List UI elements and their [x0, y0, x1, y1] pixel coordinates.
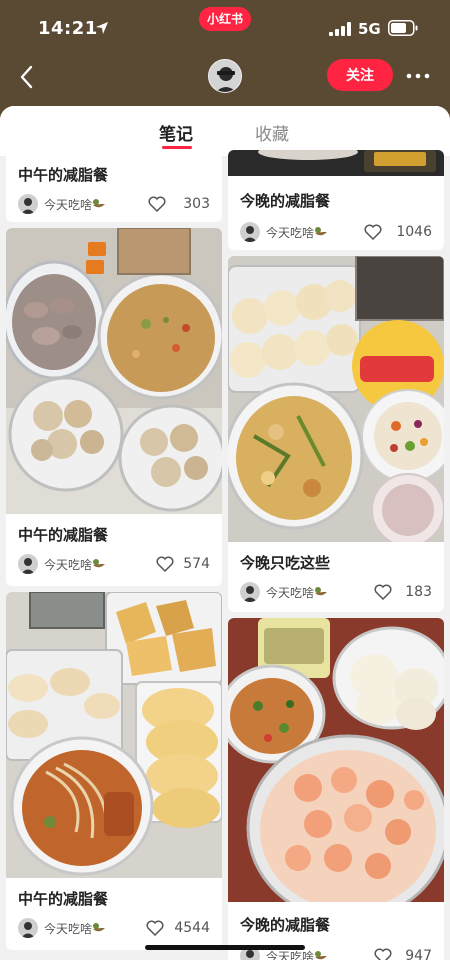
like-button[interactable]: 574	[156, 554, 210, 574]
note-title: 中午的减脂餐	[18, 166, 109, 184]
like-button[interactable]: 303	[148, 194, 210, 214]
avatar[interactable]	[208, 59, 242, 93]
author-avatar	[18, 554, 38, 574]
app-badge: 小红书	[199, 7, 251, 31]
avatar-image	[209, 60, 241, 92]
author-name: 今天吃啥	[266, 584, 328, 601]
author-name: 今天吃啥	[44, 196, 106, 213]
battery-icon	[388, 20, 418, 36]
note-cover-image	[6, 228, 222, 514]
duck-icon	[92, 199, 106, 208]
like-button[interactable]: 947	[374, 946, 432, 960]
heart-icon	[374, 584, 392, 600]
note-card[interactable]: 中午的减脂餐 今天吃啥 574	[6, 228, 222, 586]
duck-icon	[93, 559, 106, 568]
follow-button[interactable]: 关注	[327, 59, 393, 91]
duck-icon	[315, 951, 328, 960]
author-name: 今天吃啥	[266, 224, 328, 241]
note-meta: 今天吃啥 4544	[18, 918, 210, 938]
network-label: 5G	[358, 20, 381, 38]
note-card[interactable]: 中午的减脂餐 今天吃啥 4544	[6, 592, 222, 950]
status-time: 14:21	[38, 18, 98, 39]
like-count: 183	[405, 584, 432, 600]
like-button[interactable]: 4544	[146, 918, 210, 938]
tab-collections[interactable]: 收藏	[255, 120, 289, 145]
note-title: 中午的减脂餐	[18, 890, 109, 908]
heart-icon	[156, 556, 174, 572]
duck-icon	[315, 227, 328, 236]
like-button[interactable]: 183	[374, 582, 432, 602]
more-icon[interactable]	[405, 66, 431, 86]
note-title: 今晚只吃这些	[240, 554, 331, 572]
signal-icon	[329, 22, 351, 36]
author-avatar	[240, 222, 260, 242]
note-title: 中午的减脂餐	[18, 526, 109, 544]
heart-icon	[364, 224, 382, 240]
tab-notes[interactable]: 笔记	[159, 120, 193, 145]
note-meta: 今天吃啥 574	[18, 554, 210, 574]
note-card[interactable]: 中午的减脂餐 今天吃啥 303	[6, 150, 222, 222]
tab-bar: 笔记 收藏	[0, 106, 450, 156]
note-cover-image	[228, 618, 444, 902]
author-avatar	[18, 194, 38, 214]
location-arrow-icon	[96, 22, 108, 34]
note-card[interactable]: 今晚的减脂餐 今天吃啥 947	[228, 618, 444, 960]
note-card[interactable]: 今晚的减脂餐 今天吃啥 1046	[228, 150, 444, 250]
like-count: 4544	[174, 920, 210, 936]
duck-icon	[93, 923, 106, 932]
like-count: 574	[183, 556, 210, 572]
author-name: 今天吃啥	[44, 556, 106, 573]
note-title: 今晚的减脂餐	[240, 192, 331, 210]
heart-icon	[148, 196, 166, 212]
note-meta: 今天吃啥 1046	[240, 222, 432, 242]
active-tab-indicator	[162, 146, 192, 149]
duck-icon	[315, 587, 328, 596]
author-avatar	[18, 918, 38, 938]
profile-header: 关注	[0, 52, 450, 102]
like-count: 947	[405, 948, 432, 960]
home-indicator	[145, 945, 305, 950]
like-button[interactable]: 1046	[364, 222, 432, 242]
like-count: 1046	[396, 224, 432, 240]
author-name: 今天吃啥	[44, 920, 106, 937]
note-title: 今晚的减脂餐	[240, 916, 331, 934]
note-card[interactable]: 今晚只吃这些 今天吃啥 183	[228, 256, 444, 612]
profile-content-sheet: 笔记 收藏 中午的减脂餐 今天吃啥 303 中午的减脂餐 今天吃啥 574 中午…	[0, 106, 450, 960]
status-bar: 14:21 小红书 5G	[0, 0, 450, 52]
author-avatar	[240, 582, 260, 602]
note-cover-image	[228, 150, 444, 176]
back-icon[interactable]	[16, 64, 40, 90]
like-count: 303	[183, 196, 210, 212]
heart-icon	[374, 948, 392, 960]
heart-icon	[146, 920, 164, 936]
note-cover-image	[6, 592, 222, 878]
note-cover-image	[228, 256, 444, 542]
note-meta: 今天吃啥 303	[18, 194, 210, 214]
note-meta: 今天吃啥 183	[240, 582, 432, 602]
